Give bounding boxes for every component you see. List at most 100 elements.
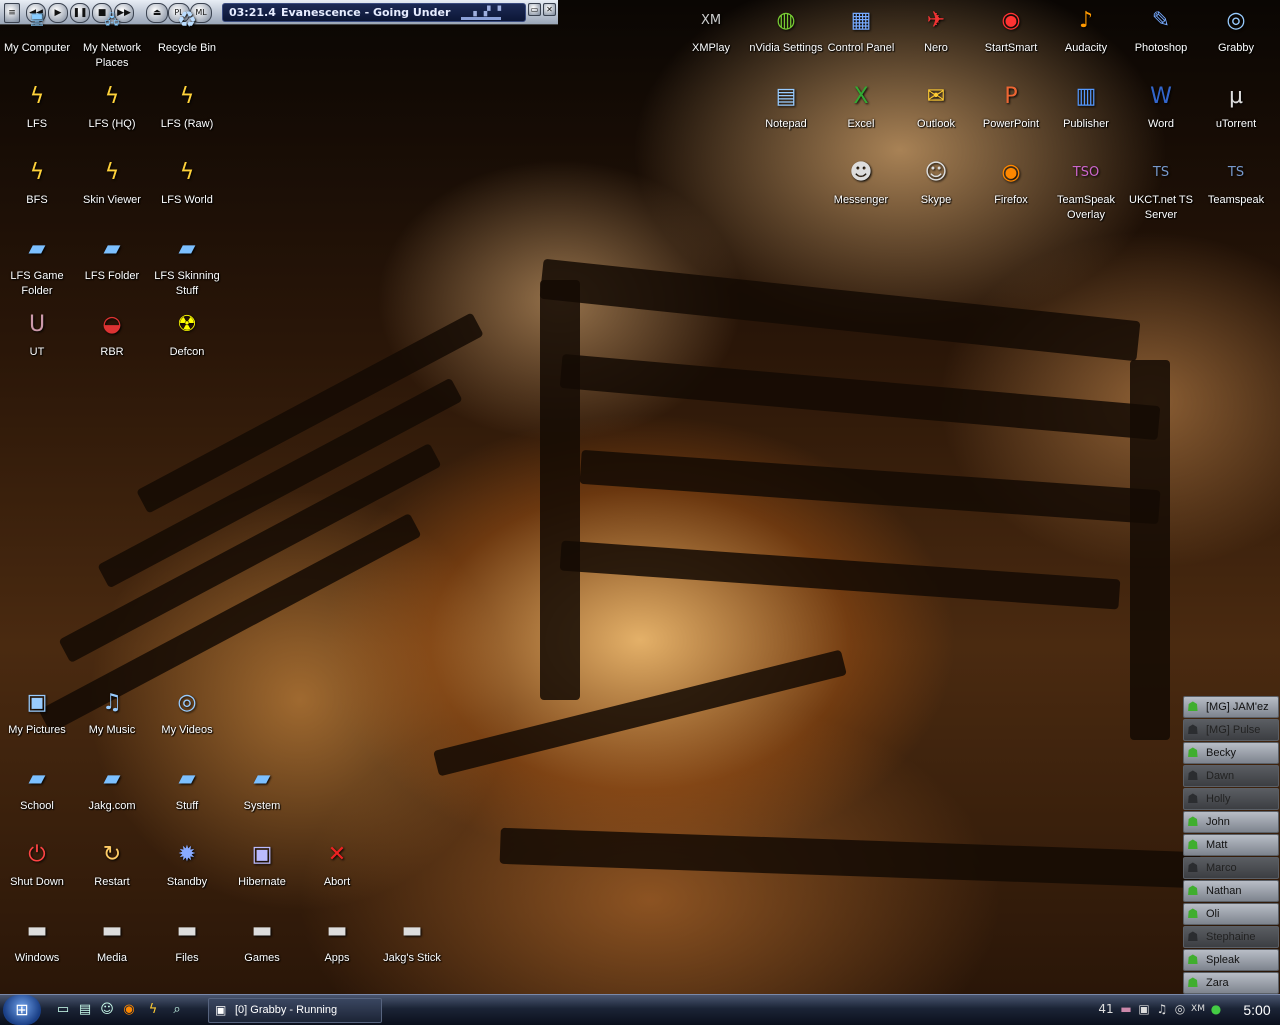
desktop-icon-notepad[interactable]: ▤ Notepad — [749, 80, 823, 132]
buddy-list-item[interactable]: ☗ Matt — [1183, 834, 1279, 856]
desktop-icon-my-pictures[interactable]: ▣ My Pictures — [0, 686, 74, 738]
grabby-tray-icon[interactable]: ◎ — [1172, 1001, 1188, 1017]
buddy-list-item[interactable]: ☗ John — [1183, 811, 1279, 833]
desktop-icon-label: UKCT.net TS Server — [1129, 194, 1193, 221]
desktop-icon-ut[interactable]: U UT — [0, 308, 74, 360]
desktop-icon-label: LFS Game Folder — [10, 270, 64, 297]
desktop-icon-jakg-com[interactable]: ▰ Jakg.com — [75, 762, 149, 814]
desktop-icon-media[interactable]: ▬ Media — [75, 914, 149, 966]
desktop-icon-utorrent[interactable]: µ uTorrent — [1199, 80, 1273, 132]
start-button[interactable]: ⊞ — [3, 995, 41, 1025]
desktop-icon-stuff[interactable]: ▰ Stuff — [150, 762, 224, 814]
network-icon: 🖧 — [104, 13, 120, 28]
desktop-icon-bfs[interactable]: ϟ BFS — [0, 156, 74, 208]
desktop-icon-control-panel[interactable]: ▦ Control Panel — [824, 4, 898, 56]
buddy-list-item[interactable]: ☗ Zara — [1183, 972, 1279, 994]
unreal-icon: U — [28, 312, 46, 337]
desktop-icon-games[interactable]: ▬ Games — [225, 914, 299, 966]
firefox-quicklaunch-icon[interactable]: ◉ — [120, 1001, 138, 1019]
desktop-icon-system[interactable]: ▰ System — [225, 762, 299, 814]
desktop-icon-lfs-skinning-stuff[interactable]: ▰ LFS Skinning Stuff — [150, 232, 224, 299]
desktop-icon-restart[interactable]: ↻ Restart — [75, 838, 149, 890]
buddy-list-item[interactable]: ☗ Becky — [1183, 742, 1279, 764]
messenger-quicklaunch-icon[interactable]: ☺ — [98, 1001, 116, 1019]
search-icon[interactable]: ⌕ — [168, 1001, 186, 1019]
teamspeak-overlay-tray-icon[interactable]: ▬ — [1118, 1001, 1134, 1017]
desktop-icon-audacity[interactable]: ♪ Audacity — [1049, 4, 1123, 56]
desktop-icon-word[interactable]: W Word — [1124, 80, 1198, 132]
teamspeak-icon: TS — [1152, 165, 1170, 180]
desktop-icon-standby[interactable]: ✹ Standby — [150, 838, 224, 890]
buddy-list-item[interactable]: ☗ Nathan — [1183, 880, 1279, 902]
desktop-icon-nero[interactable]: ✈ Nero — [899, 4, 973, 56]
desktop-icon-excel[interactable]: X Excel — [824, 80, 898, 132]
buddy-list-item[interactable]: ☗ Spleak — [1183, 949, 1279, 971]
desktop-icon-photoshop[interactable]: ✎ Photoshop — [1124, 4, 1198, 56]
desktop-icon-apps[interactable]: ▬ Apps — [300, 914, 374, 966]
desktop-icon-my-videos[interactable]: ◎ My Videos — [150, 686, 224, 738]
desktop-icon-lfs-game-folder[interactable]: ▰ LFS Game Folder — [0, 232, 74, 299]
buddy-status-icon: ☗ — [1187, 860, 1199, 875]
desktop-icon-lfs-raw[interactable]: ϟ LFS (Raw) — [150, 80, 224, 132]
desktop-icon-teamspeak-overlay[interactable]: TSO TeamSpeak Overlay — [1049, 156, 1123, 223]
lfs-quicklaunch-icon[interactable]: ϟ — [144, 1001, 162, 1019]
buddy-list-item[interactable]: ☗ Holly — [1183, 788, 1279, 810]
desktop-icon-nvidia-settings[interactable]: ◍ nVidia Settings — [749, 4, 823, 56]
desktop-icon-files[interactable]: ▬ Files — [150, 914, 224, 966]
desktop-icon-lfs[interactable]: ϟ LFS — [0, 80, 74, 132]
abort-icon: ✕ — [327, 842, 347, 867]
close-button[interactable]: ✕ — [543, 3, 556, 16]
desktop-icon-powerpoint[interactable]: P PowerPoint — [974, 80, 1048, 132]
system-tray: 41 ▬ ▣ ♫ ◎ XM ● — [1098, 998, 1228, 1021]
desktop-icon-grabby[interactable]: ◎ Grabby — [1199, 4, 1273, 56]
computer-icon: 🖥 — [28, 13, 46, 28]
seek-bar[interactable] — [461, 17, 501, 20]
desktop-icon-windows[interactable]: ▬ Windows — [0, 914, 74, 966]
desktop-icon-messenger[interactable]: ☻ Messenger — [824, 156, 898, 208]
buddy-status-icon: ☗ — [1187, 814, 1199, 829]
buddy-list-item[interactable]: ☗ Dawn — [1183, 765, 1279, 787]
desktop-icon-jakg-s-stick[interactable]: ▬ Jakg's Stick — [375, 914, 449, 966]
messenger-tray-icon[interactable]: ● — [1208, 1001, 1224, 1017]
desktop-icon-firefox[interactable]: ◉ Firefox — [974, 156, 1048, 208]
desktop-icon-skin-viewer[interactable]: ϟ Skin Viewer — [75, 156, 149, 208]
desktop-icon-rbr[interactable]: ◒ RBR — [75, 308, 149, 360]
desktop-icon-hibernate[interactable]: ▣ Hibernate — [225, 838, 299, 890]
teamspeak-icon: TS — [1227, 165, 1245, 180]
xmplay-tray-icon[interactable]: XM — [1190, 1001, 1206, 1017]
buddy-list-item[interactable]: ☗ [MG] JAM'ez — [1183, 696, 1279, 718]
desktop-icon-my-computer[interactable]: 🖥 My Computer — [0, 4, 74, 56]
buddy-list-item[interactable]: ☗ Stephaine — [1183, 926, 1279, 948]
desktop-icon-lfs-folder[interactable]: ▰ LFS Folder — [75, 232, 149, 284]
desktop-icon-recycle-bin[interactable]: ♻ Recycle Bin — [150, 4, 224, 56]
buddy-name: Dawn — [1206, 770, 1235, 782]
buddy-name: Becky — [1206, 747, 1236, 759]
buddy-list-item[interactable]: ☗ [MG] Pulse — [1183, 719, 1279, 741]
desktop-icon-shut-down[interactable]: ⏻ Shut Down — [0, 838, 74, 890]
network-tray-icon[interactable]: ▣ — [1136, 1001, 1152, 1017]
minimize-button[interactable]: ▭ — [528, 3, 541, 16]
desktop-icon-lfs-world[interactable]: ϟ LFS World — [150, 156, 224, 208]
desktop-icon-defcon[interactable]: ☢ Defcon — [150, 308, 224, 360]
desktop-icon-abort[interactable]: ✕ Abort — [300, 838, 374, 890]
show-desktop-icon[interactable]: ▭ — [54, 1001, 72, 1019]
desktop-icon-ukct-net-ts-server[interactable]: TS UKCT.net TS Server — [1124, 156, 1198, 223]
desktop-icon-publisher[interactable]: ▥ Publisher — [1049, 80, 1123, 132]
desktop-icon-label: Firefox — [994, 194, 1028, 206]
desktop-icon-startsmart[interactable]: ◉ StartSmart — [974, 4, 1048, 56]
explorer-icon[interactable]: ▤ — [76, 1001, 94, 1019]
desktop-icon-my-network-places[interactable]: 🖧 My Network Places — [75, 4, 149, 71]
taskbar-clock[interactable]: 5:00 — [1236, 997, 1278, 1023]
desktop-icon-school[interactable]: ▰ School — [0, 762, 74, 814]
desktop-icon-lfs-hq[interactable]: ϟ LFS (HQ) — [75, 80, 149, 132]
desktop-icon-outlook[interactable]: ✉ Outlook — [899, 80, 973, 132]
desktop-icon-teamspeak[interactable]: TS Teamspeak — [1199, 156, 1273, 208]
headset-tray-icon[interactable]: ♫ — [1154, 1001, 1170, 1017]
desktop-icon-xmplay[interactable]: XM XMPlay — [674, 4, 748, 56]
desktop-icon-skype[interactable]: ☺ Skype — [899, 156, 973, 208]
buddy-list-item[interactable]: ☗ Marco — [1183, 857, 1279, 879]
buddy-list-item[interactable]: ☗ Oli — [1183, 903, 1279, 925]
desktop-icon-label: TeamSpeak Overlay — [1056, 194, 1116, 221]
desktop-icon-my-music[interactable]: ♫ My Music — [75, 686, 149, 738]
taskbar-button-grabby[interactable]: ▣ [0] Grabby - Running — [208, 998, 382, 1023]
